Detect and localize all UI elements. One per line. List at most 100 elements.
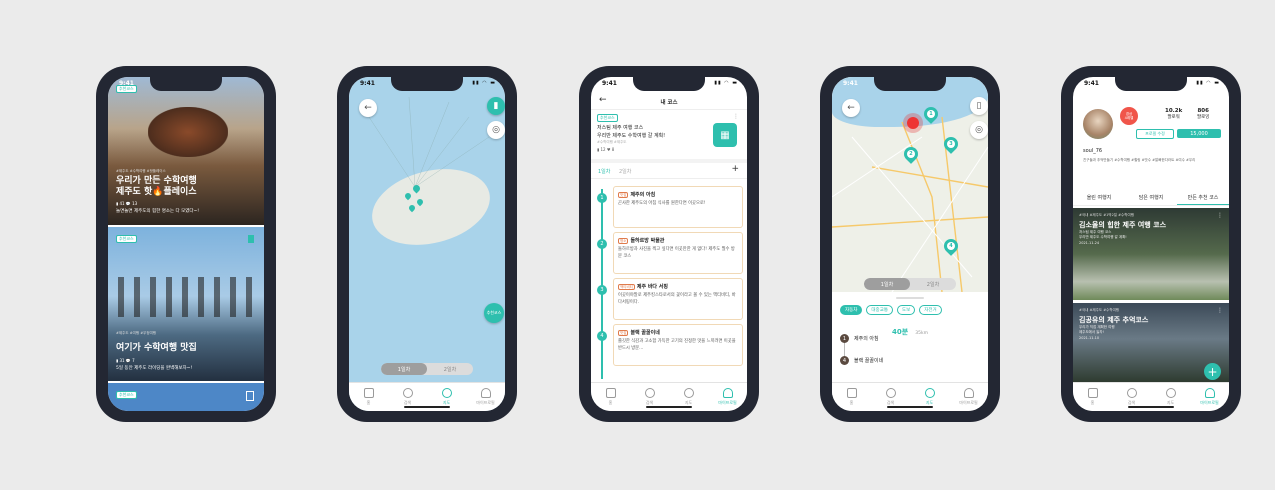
day1-tab[interactable]: 1일차 [864, 278, 910, 290]
stop-name: 제주의 아침 [854, 336, 879, 342]
feed-card-2[interactable]: 추천코스 #제주도 #여행 #우정여행 여기가 수학여행 맛집 ▮ 31 💬 7… [108, 227, 264, 381]
edit-profile-button[interactable]: 프로필 수정 [1136, 129, 1174, 139]
tab-home[interactable]: 홈 [349, 383, 388, 411]
sheet-handle[interactable] [896, 297, 924, 299]
person-icon [1204, 388, 1215, 398]
item-title-text: 제주의 아침 [630, 192, 656, 198]
home-icon [605, 388, 616, 398]
card-title: 여기가 수학여행 맛집 [116, 343, 197, 353]
back-arrow-icon[interactable]: ← [842, 99, 860, 117]
tab-label: 홈 [366, 400, 371, 405]
more-icon[interactable]: ⋮ [1217, 212, 1223, 219]
location-icon[interactable]: ◎ [970, 121, 988, 139]
level-text: 경상 4레벨 [1124, 111, 1134, 121]
stop-item[interactable]: 4 블랙 꿀꿀이네 [840, 356, 883, 365]
day2-tab[interactable]: 2일차 [619, 168, 631, 175]
map-view[interactable] [349, 77, 505, 411]
feed-card-1[interactable]: 추천코스 #제주도 #수학여행 #핫플레이스 우리가 만든 수학여행 제주도 핫… [108, 77, 264, 225]
followers-stat[interactable]: 10.2k 팔로워 [1165, 108, 1182, 120]
course-title: 저스팀 제주 여행 코스 [597, 125, 644, 131]
tab-label: 마이프로필 [476, 400, 495, 405]
day-toggle[interactable]: 1일차 2일차 [381, 363, 473, 375]
location-icon[interactable]: ◎ [487, 121, 505, 139]
card-stats: ▮ 41 💬 13 [116, 201, 138, 206]
card-meta: #제주도 #여행 #우정여행 [116, 331, 157, 335]
username: soul_76 [1083, 148, 1103, 154]
more-icon[interactable]: ⋮ [1217, 307, 1223, 314]
card-desc: 5일 동안 제주도 라이딩을 완벽해보자~! [116, 366, 193, 371]
divider [591, 178, 747, 179]
mode-car[interactable]: 자동차 [840, 305, 863, 315]
card-stats: ▮ 31 💬 7 [116, 358, 135, 363]
mode-bike[interactable]: 자전거 [919, 305, 942, 315]
tab-label: 홈 [849, 400, 854, 405]
day1-tab[interactable]: 1일차 [598, 168, 610, 175]
card-sub: 저스팀 제주 여행 코스 우리반 제주도 수학여행 갈 계획! [1079, 230, 1127, 239]
fab-add-button[interactable]: + [1204, 363, 1221, 380]
card-meta: #국내 #제주도 #1박2일 #수학여행 [1079, 213, 1134, 217]
tab-uploaded[interactable]: 올린 여행지 [1073, 194, 1125, 205]
tab-profile[interactable]: 마이프로필 [466, 383, 505, 411]
course-item[interactable]: 맛집 블랙 꿀꿀이네 쫄깃한 식감과 고소함 가득한 고기의 진정한 맛을 느끼려… [613, 324, 743, 366]
day-toggle[interactable]: 1일차 2일차 [864, 278, 956, 290]
course-meta: #수학여행 #제주도 [597, 140, 627, 144]
transport-modes: 자동차 대중교통 도보 자전거 [840, 305, 942, 315]
course-item[interactable]: 명소 돌하르방 박물관 돌하르방과 사진을 찍고 싶다면 이곳만한 게 없다! 제… [613, 232, 743, 274]
map-icon [683, 388, 694, 398]
card-title: 김소울의 힙한 제주 여행 코스 [1079, 221, 1167, 229]
person-icon [480, 388, 491, 398]
status-time: 9:41 [602, 80, 617, 87]
bookmark-icon[interactable] [248, 235, 254, 243]
tab-home[interactable]: 홈 [591, 383, 630, 411]
phone-route: 9:41 1 2 3 4 ← ▯ ◎ 1일차 2일차 자동차 대중교통 도보 자… [820, 66, 1000, 422]
day2-tab[interactable]: 2일차 [427, 363, 473, 375]
feed-card-3[interactable]: 추천코스 [108, 383, 264, 411]
phone-profile: 9:41 ▮▮ ◠ ▬ 경상 4레벨 10.2k 팔로워 806 팔로잉 프로필… [1061, 66, 1241, 422]
timeline-line [601, 189, 603, 379]
recommend-pin-icon[interactable]: 추천코스 [484, 303, 504, 323]
points-button[interactable]: 15,000 [1177, 129, 1221, 138]
course-stats: ▮ 12 ♥ 8 [597, 147, 615, 152]
bookmark-icon[interactable]: ▯ [970, 97, 988, 115]
step-number: 4 [597, 331, 607, 341]
tab-saved[interactable]: 담은 여행지 [1125, 194, 1177, 205]
home-indicator [404, 406, 450, 408]
photo-people [148, 107, 228, 157]
route-duration: 40분 [892, 328, 909, 336]
map-screen: 9:41 ▮▮ ◠ ▬ ← ▮ ◎ 추천코스 1일차 2일차 홈 검색 지도 마… [349, 77, 505, 411]
stop-name: 블랙 꿀꿀이네 [854, 358, 884, 364]
tab-home[interactable]: 홈 [1073, 383, 1112, 411]
tab-profile[interactable]: 마이프로필 [708, 383, 747, 411]
bookmark-icon[interactable]: ▮ [487, 97, 505, 115]
profile-tabs: 올린 여행지 담은 여행지 만든 추천 코스 [1073, 194, 1229, 206]
map-icon[interactable]: ▦ [713, 123, 737, 147]
mode-walk[interactable]: 도보 [896, 305, 916, 315]
tab-label: 홈 [608, 400, 613, 405]
course-item[interactable]: 액티비티 제주 바다 서핑 이곳이야말로 제주킹스타로서의 꽃이라고 볼 수 있는… [613, 278, 743, 320]
item-label: 맛집 [618, 330, 629, 336]
map-icon [1165, 388, 1176, 398]
item-title-text: 블랙 꿀꿀이네 [630, 330, 660, 336]
tab-profile[interactable]: 마이프로필 [949, 383, 988, 411]
day2-tab[interactable]: 2일차 [910, 278, 956, 290]
back-arrow-icon[interactable]: ← [359, 99, 377, 117]
notch [1115, 77, 1187, 91]
course-card[interactable]: ⋮ #국내 #제주도 #1박2일 #수학여행 김소울의 힙한 제주 여행 코스 … [1073, 208, 1229, 300]
bookmark-icon[interactable] [246, 391, 254, 401]
status-time: 9:41 [360, 80, 375, 87]
following-stat[interactable]: 806 팔로잉 [1197, 108, 1209, 120]
item-title-text: 돌하르방 박물관 [630, 238, 665, 244]
tab-home[interactable]: 홈 [832, 383, 871, 411]
tab-profile[interactable]: 마이프로필 [1190, 383, 1229, 411]
card-desc: 놀면놀면 제주도의 힙한 명소는 다 모였다~! [116, 209, 200, 214]
stop-item[interactable]: 1 제주의 아침 [840, 334, 879, 343]
more-icon[interactable]: ⋮ [733, 113, 739, 120]
course-item[interactable]: 맛집 제주의 아침 곤사한 제주도의 아침 식사를 원한다면 이곳으로! [613, 186, 743, 228]
add-button[interactable]: + [731, 164, 739, 174]
tab-created[interactable]: 만든 추천 코스 [1177, 194, 1229, 205]
card-meta: #국내 #제주도 #수학여행 [1079, 308, 1120, 312]
mode-transit[interactable]: 대중교통 [866, 305, 893, 315]
day1-tab[interactable]: 1일차 [381, 363, 427, 375]
avatar[interactable] [1083, 109, 1113, 139]
map-icon [924, 388, 935, 398]
